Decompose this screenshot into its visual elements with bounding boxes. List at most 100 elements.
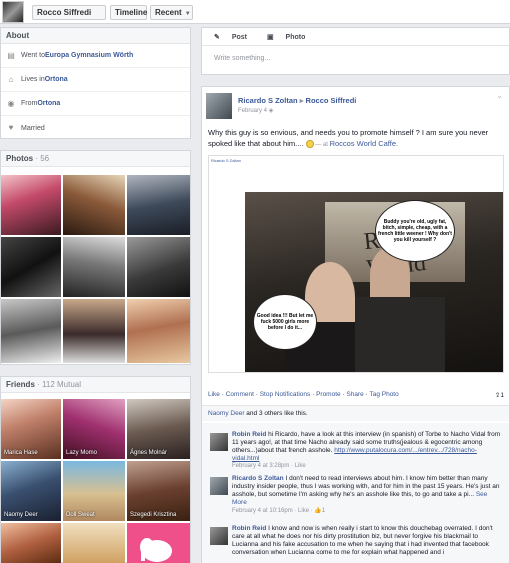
friend-tile[interactable]: Ágnes Molnár	[127, 399, 190, 459]
tab-post-label: Post	[231, 33, 247, 41]
about-prefix: Lives in	[21, 76, 45, 83]
liker-link[interactable]: Naomy Deer	[208, 410, 244, 417]
about-education: ▤ Went to Europa Gymnasium Wörth	[1, 44, 190, 68]
friends-privacy-icon: ◈	[268, 108, 274, 114]
comment: Ricardo S Zoltan I don't need to read in…	[232, 475, 504, 514]
photo-thumbnail[interactable]	[127, 175, 190, 235]
post-date[interactable]: February 4	[238, 108, 267, 114]
home-icon: ⌂	[8, 74, 14, 84]
comment-like-count[interactable]: 1	[322, 508, 325, 514]
commenter-avatar[interactable]	[210, 527, 228, 545]
comment-meta: February 4 at 10:16pm · Like · 👍1	[232, 507, 504, 514]
friend-name[interactable]: Marica Hase	[4, 450, 38, 456]
school-icon: ▤	[7, 50, 15, 60]
photo-thumbnail[interactable]	[127, 299, 190, 363]
profile-name-button[interactable]: Rocco Siffredi	[32, 5, 106, 20]
friend-name[interactable]: Lazy Momo	[66, 450, 97, 456]
arrow-right-icon: ▸	[299, 96, 304, 105]
tab-post[interactable]: ✎ Post	[214, 33, 257, 41]
post-target-link[interactable]: Rocco Siffredi	[306, 96, 357, 105]
commenter-avatar[interactable]	[210, 433, 228, 451]
about-from: ◉ From Ortona	[1, 92, 190, 116]
share-count[interactable]: ⇪1	[495, 391, 504, 399]
post-options-chevron-icon[interactable]: ⌄	[496, 91, 503, 100]
tag-photo-link[interactable]: Tag Photo	[369, 391, 398, 398]
likes-summary: and 3 others like this.	[244, 410, 308, 417]
post-place-link[interactable]: Roccos World Caffe.	[330, 139, 399, 148]
post-author-avatar[interactable]	[206, 93, 232, 119]
friends-header: Friends · 112 Mutual	[1, 377, 190, 393]
smiley-icon	[305, 140, 314, 149]
about-section: About ▤ Went to Europa Gymnasium Wörth ⌂ L…	[0, 27, 191, 139]
photos-header: Photos · 56	[1, 151, 190, 167]
comment-author-link[interactable]: Robin Reid	[232, 525, 266, 532]
comment-author-link[interactable]: Robin Reid	[232, 431, 266, 438]
friend-tile[interactable]	[1, 523, 61, 563]
stop-notifications-link[interactable]: Stop Notifications	[260, 391, 311, 398]
photo-thumbnail[interactable]	[127, 237, 190, 297]
friend-name[interactable]: Ágnes Molnár	[130, 450, 167, 456]
friend-tile[interactable]: Naomy Deer	[1, 461, 61, 521]
photo-thumbnail[interactable]	[1, 237, 61, 297]
timeline-dropdown[interactable]: Timeline▼	[110, 5, 156, 20]
friend-tile[interactable]: Szegedi Krisztina	[127, 461, 190, 521]
profile-avatar[interactable]	[2, 1, 24, 23]
person-right-body	[355, 297, 445, 372]
friend-tile[interactable]	[63, 523, 125, 563]
friends-title[interactable]: Friends	[6, 380, 35, 389]
friend-tile[interactable]: Marica Hase	[1, 399, 61, 459]
recent-dropdown[interactable]: Recent ▼	[150, 5, 193, 20]
photo-thumbnail[interactable]	[1, 299, 61, 363]
comment-author-link[interactable]: Ricardo S Zoltan	[232, 475, 284, 482]
friend-tile[interactable]: Doll Sweat	[63, 461, 125, 521]
promote-link[interactable]: Promote	[316, 391, 341, 398]
share-link[interactable]: Share	[346, 391, 363, 398]
like-link[interactable]: Like	[208, 391, 220, 398]
photo-thumbnail[interactable]	[63, 299, 125, 363]
commenter-avatar[interactable]	[210, 477, 228, 495]
recent-label: Recent	[155, 8, 182, 17]
friend-tile[interactable]: Lazy Momo	[63, 399, 125, 459]
speech-bubble-1: Buddy you're old, ugly fat, bitch, simpl…	[375, 200, 455, 262]
composer-tabs: ✎ Post ▣ Photo	[202, 28, 509, 46]
tab-photo[interactable]: ▣ Photo	[267, 33, 315, 41]
friend-tile[interactable]	[127, 523, 190, 563]
comment: Robin Reid I know and now is when really…	[232, 525, 504, 563]
school-link[interactable]: Europa Gymnasium Wörth	[45, 52, 133, 59]
post-header: Ricardo S Zoltan ▸ Rocco Siffredi	[238, 96, 356, 105]
about-title[interactable]: About	[6, 31, 29, 40]
post-author-link[interactable]: Ricardo S Zoltan	[238, 96, 298, 105]
about-lives: ⌂ Lives in Ortona	[1, 68, 190, 92]
speech-bubble-2: Good idea !!! But let me fuck 5000 girls…	[253, 294, 317, 350]
about-header: About	[1, 28, 190, 44]
photo-thumbnail[interactable]	[63, 175, 125, 235]
photo-thumbnail[interactable]	[1, 175, 61, 235]
at-prefix: — at	[313, 142, 330, 148]
comments-section: Robin Reid hi Ricardo, have a look at th…	[202, 423, 509, 563]
post-meta: February 4 ◈	[238, 107, 273, 114]
photos-title[interactable]: Photos	[6, 154, 33, 163]
about-prefix: From	[21, 100, 38, 107]
tab-photo-label: Photo	[285, 33, 306, 41]
friend-name[interactable]: Doll Sweat	[66, 512, 95, 518]
friend-name[interactable]: Szegedi Krisztina	[130, 512, 176, 518]
lives-link[interactable]: Ortona	[45, 76, 68, 83]
comment-link[interactable]: Comment	[226, 391, 254, 398]
composer-input[interactable]: Write something...	[202, 46, 509, 72]
like-thumb-icon: 👍	[314, 508, 322, 514]
friend-name[interactable]: Naomy Deer	[4, 512, 38, 518]
composer: ✎ Post ▣ Photo Write something...	[201, 27, 510, 75]
feed-post: Ricardo S Zoltan ▸ Rocco Siffredi Februa…	[201, 86, 510, 563]
post-text: Why this guy is so envious, and needs yo…	[208, 127, 504, 151]
photo-thumbnail[interactable]	[63, 237, 125, 297]
pencil-icon: ✎	[214, 33, 222, 41]
post-photo[interactable]: Ricardo S Zoltan Rocco's World Buddy you…	[208, 155, 504, 373]
profile-name: Rocco Siffredi	[37, 8, 92, 17]
comment-meta-text: February 4 at 10:16pm · Like ·	[232, 508, 315, 514]
elephant-icon	[140, 538, 172, 562]
from-link[interactable]: Ortona	[37, 100, 60, 107]
post-actions: Like · Comment · Stop Notifications · Pr…	[208, 391, 504, 399]
timeline-label: Timeline	[115, 8, 148, 17]
camera-icon: ▣	[266, 33, 276, 41]
about-relationship: ♥ Married	[1, 116, 190, 140]
